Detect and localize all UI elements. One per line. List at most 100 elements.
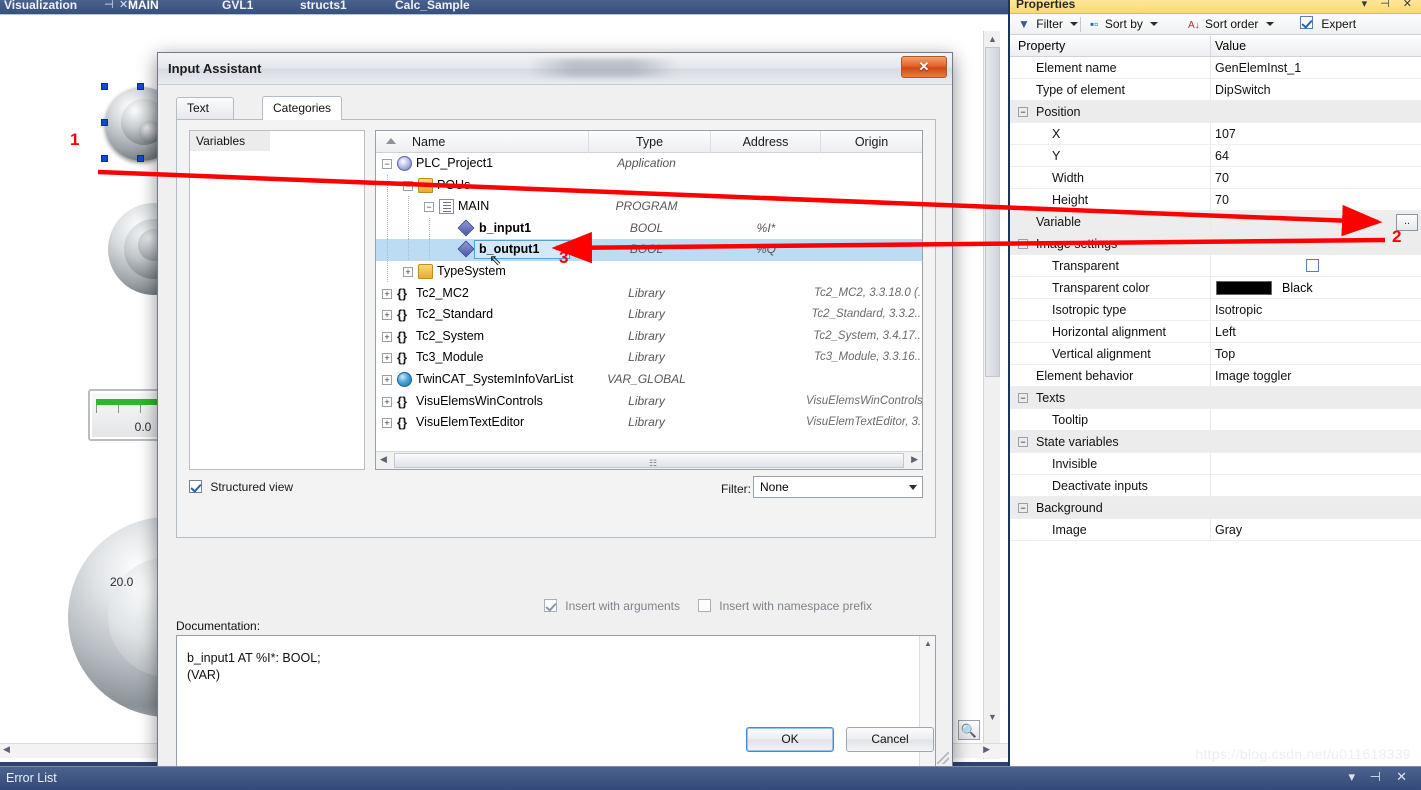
tab-close-icon[interactable]: ✕ (119, 0, 128, 14)
documentation-scroll-up-icon[interactable]: ▲ (920, 636, 936, 651)
editor-tab-calc-sample[interactable]: Calc_Sample (395, 0, 470, 14)
tree-row-tc3-module[interactable]: + {} Tc3_Module Library Tc3_Module, 3.3.16.. (376, 347, 922, 369)
tree-scroll-left-icon[interactable]: ◀ (380, 454, 387, 465)
editor-tab-visualization[interactable]: Visualization (4, 0, 77, 14)
variable-tree-pane[interactable]: Name Type Address Origin − PLC_Project1 Ap… (375, 130, 923, 470)
variables-category-list[interactable]: Variables (189, 130, 365, 470)
editor-scroll-thumb[interactable] (985, 47, 1000, 377)
tab-text-search[interactable]: Text search (176, 97, 235, 136)
selection-handle-tl[interactable] (101, 83, 108, 90)
expand-node-icon[interactable]: + (403, 266, 413, 277)
tree-row-name[interactable]: MAIN (458, 196, 489, 218)
tree-row-tc2-mc2[interactable]: + {} Tc2_MC2 Library Tc2_MC2, 3.3.18.0 (. (376, 283, 922, 305)
error-list-pin-icon[interactable]: ⊣ (1370, 769, 1381, 785)
editor-tab-main[interactable]: MAIN (128, 0, 159, 14)
property-row-height[interactable]: Height 70 (1010, 189, 1421, 211)
property-value[interactable]: 64 (1215, 145, 1229, 167)
tree-row-main[interactable]: − MAIN PROGRAM (376, 196, 922, 218)
column-header-type[interactable]: Type (589, 131, 711, 153)
collapse-node-icon[interactable]: − (424, 202, 434, 213)
property-value[interactable]: Left (1215, 321, 1236, 343)
ok-button[interactable]: OK (746, 727, 834, 752)
properties-window-buttons[interactable]: ▾ ⊣ ✕ (1362, 0, 1417, 10)
tree-row-name[interactable]: Tc2_Standard (416, 304, 493, 326)
tree-row-b-output1[interactable]: b_output1 BOOL %Q ⇖ (376, 239, 922, 269)
tree-scroll-right-icon[interactable]: ▶ (911, 454, 918, 465)
scroll-up-arrow-icon[interactable]: ▲ (984, 31, 1001, 47)
insert-with-arguments-checkbox[interactable]: Insert with arguments (543, 599, 680, 613)
tree-row-name[interactable]: PLC_Project1 (416, 153, 493, 175)
collapse-node-icon[interactable]: − (382, 159, 392, 169)
color-swatch[interactable] (1216, 281, 1272, 295)
tree-row-name[interactable]: b_input1 (479, 218, 531, 240)
chevron-down-icon[interactable] (1070, 22, 1079, 26)
tree-row-typesystem[interactable]: + TypeSystem (376, 260, 922, 283)
scroll-right-arrow-icon[interactable]: ▶ (983, 744, 990, 755)
insert-with-arguments-check-icon[interactable] (543, 599, 557, 612)
tree-row-name[interactable]: POUs (437, 175, 470, 197)
sort-by-menu-button[interactable]: ▪▫ Sort by (1090, 14, 1159, 35)
property-value[interactable]: 70 (1215, 167, 1229, 189)
error-list-dropdown-icon[interactable]: ▾ (1348, 769, 1355, 785)
property-row-image-settings[interactable]: − Image settings (1010, 233, 1421, 255)
properties-title-bar[interactable]: Properties ▾ ⊣ ✕ (1010, 0, 1421, 14)
expand-node-icon[interactable]: + (382, 396, 392, 407)
collapse-group-icon[interactable]: − (1018, 503, 1028, 513)
property-row-transparent-color[interactable]: Transparent color Black (1010, 277, 1421, 299)
property-row-texts[interactable]: − Texts (1010, 387, 1421, 409)
dialog-title-bar[interactable]: Input Assistant ✕ (158, 53, 952, 85)
collapse-node-icon[interactable]: − (403, 180, 413, 191)
tree-row-pous[interactable]: − POUs (376, 174, 922, 197)
insert-with-namespace-check-icon[interactable] (697, 599, 711, 612)
expand-node-icon[interactable]: + (382, 331, 392, 342)
tab-pin-icon[interactable]: ⊣ (104, 0, 114, 14)
tree-row-tc2-system[interactable]: + {} Tc2_System Library Tc2_System, 3.4.17.. (376, 326, 922, 348)
filter-menu-button[interactable]: ▼ Filter (1018, 14, 1079, 35)
collapse-group-icon[interactable]: − (1018, 107, 1028, 117)
close-icon[interactable]: ✕ (901, 56, 947, 78)
tree-row-name[interactable]: VisuElemsWinControls (416, 391, 543, 413)
properties-grid[interactable]: Property Value Element name GenElemInst_1… (1010, 36, 1421, 766)
properties-panel[interactable]: Properties ▾ ⊣ ✕ ▼ Filter ▪▫ Sort by A↓ … (1008, 0, 1421, 766)
tree-horizontal-scrollbar[interactable]: ◀ ☷ ▶ (376, 451, 922, 469)
property-value[interactable]: Isotropic (1215, 299, 1262, 321)
property-value[interactable]: Top (1215, 343, 1235, 365)
chevron-down-icon[interactable] (909, 485, 917, 490)
property-row-variable[interactable]: Variable.. (1010, 211, 1421, 233)
column-header-origin[interactable]: Origin (821, 131, 922, 153)
properties-grid-header[interactable]: Property Value (1010, 36, 1421, 57)
tree-row-name[interactable]: TwinCAT_SystemInfoVarList (416, 369, 573, 391)
property-row-isotropic-type[interactable]: Isotropic type Isotropic (1010, 299, 1421, 321)
chevron-down-icon[interactable] (1150, 22, 1159, 26)
property-value[interactable]: 70 (1215, 189, 1229, 211)
property-row-y[interactable]: Y 64 (1010, 145, 1421, 167)
sort-order-menu-button[interactable]: A↓ Sort order (1188, 14, 1274, 35)
structured-view-check-icon[interactable] (189, 480, 202, 493)
scroll-left-arrow-icon[interactable]: ◀ (3, 744, 10, 755)
structured-view-checkbox[interactable]: Structured view (189, 480, 293, 494)
editor-tab-bar[interactable]: Visualization ⊣ ✕ MAIN GVL1 structs1 Calc_Samp… (0, 0, 1008, 14)
property-row-background[interactable]: − Background (1010, 497, 1421, 519)
tree-row-name[interactable]: VisuElemTextEditor (416, 412, 524, 434)
filter-select[interactable]: None (753, 476, 923, 498)
property-row-deactivate-inputs[interactable]: Deactivate inputs (1010, 475, 1421, 497)
column-header-name[interactable]: Name (376, 131, 589, 153)
collapse-group-icon[interactable]: − (1018, 437, 1028, 447)
tree-row-twincat-systeminfovarlist[interactable]: + TwinCAT_SystemInfoVarList VAR_GLOBAL (376, 369, 922, 391)
properties-column-value[interactable]: Value (1215, 36, 1246, 57)
error-list-close-icon[interactable]: ✕ (1396, 769, 1407, 785)
properties-toolbar[interactable]: ▼ Filter ▪▫ Sort by A↓ Sort order Expert (1010, 14, 1421, 35)
property-row-image[interactable]: Image Gray (1010, 519, 1421, 541)
property-checkbox[interactable] (1306, 259, 1319, 272)
property-row-position[interactable]: − Position (1010, 101, 1421, 123)
expand-node-icon[interactable]: + (382, 288, 392, 299)
property-value[interactable]: Image toggler (1215, 365, 1291, 387)
property-row-width[interactable]: Width 70 (1010, 167, 1421, 189)
dialog-resize-grip[interactable] (937, 752, 949, 764)
error-list-panel-bar[interactable]: Error List ▾ ⊣ ✕ (0, 766, 1421, 790)
property-row-state-variables[interactable]: − State variables (1010, 431, 1421, 453)
expand-node-icon[interactable]: + (382, 310, 392, 321)
property-row-type-of-element[interactable]: Type of element DipSwitch (1010, 79, 1421, 101)
properties-column-property[interactable]: Property (1018, 36, 1065, 57)
property-row-element-name[interactable]: Element name GenElemInst_1 (1010, 57, 1421, 79)
